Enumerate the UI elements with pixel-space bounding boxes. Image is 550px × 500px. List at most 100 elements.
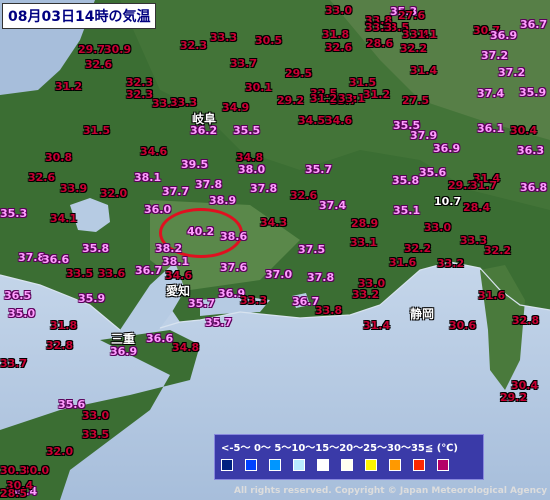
temperature-reading: 32.3 xyxy=(126,88,154,101)
temperature-reading: 31.4 xyxy=(410,64,438,77)
temperature-reading: 31.6 xyxy=(478,289,506,302)
temperature-reading: 32.2 xyxy=(484,244,512,257)
temperature-reading: 36.6 xyxy=(146,332,174,345)
temperature-reading: 33.3 xyxy=(210,31,238,44)
temperature-reading: 33.8 xyxy=(315,304,343,317)
legend-swatch xyxy=(221,459,233,471)
temperature-reading: 38.9 xyxy=(209,194,237,207)
temperature-reading: 30.4 xyxy=(510,124,538,137)
temperature-reading: 33.0 xyxy=(358,277,386,290)
temperature-reading: 37.8 xyxy=(195,178,223,191)
temperature-reading: 31.7 xyxy=(470,179,498,192)
temperature-reading: 33.2 xyxy=(352,288,380,301)
temperature-reading: 34.9 xyxy=(222,101,250,114)
temperature-reading: 32.8 xyxy=(512,314,540,327)
temperature-reading: 31.8 xyxy=(50,319,78,332)
temperature-reading: 32.3 xyxy=(180,39,208,52)
temperature-reading: 35.6 xyxy=(419,166,447,179)
temperature-reading: 36.1 xyxy=(477,122,505,135)
legend-swatch xyxy=(317,459,329,471)
temperature-reading: 33.9 xyxy=(60,182,88,195)
legend: <-5～ 0～ 5～10～15～20～25～30～35≦ (℃) xyxy=(214,434,484,480)
temperature-reading: 28.4 xyxy=(463,201,491,214)
legend-swatch xyxy=(389,459,401,471)
temperature-reading: 35.7 xyxy=(188,297,216,310)
temperature-reading: 33.2 xyxy=(437,257,465,270)
temperature-reading: 32.6 xyxy=(290,189,318,202)
copyright-notice: All rights reserved. Copyright © Japan M… xyxy=(234,486,548,496)
temperature-reading: 29.5 xyxy=(285,67,313,80)
temperature-reading: 32.6 xyxy=(325,41,353,54)
temperature-reading: 38.6 xyxy=(220,230,248,243)
temperature-reading: 37.2 xyxy=(498,66,526,79)
temperature-reading: 37.7 xyxy=(162,185,190,198)
temperature-reading: 36.8 xyxy=(520,181,548,194)
temperature-reading: 37.4 xyxy=(319,199,347,212)
temperature-reading: 35.7 xyxy=(305,163,333,176)
temperature-reading: 37.8 xyxy=(250,182,278,195)
temperature-reading: 30.1 xyxy=(245,81,273,94)
temperature-reading: 33.3 xyxy=(170,96,198,109)
temperature-reading: 32.8 xyxy=(46,339,74,352)
temperature-reading: 36.9 xyxy=(110,345,138,358)
temperature-reading: 38.0 xyxy=(238,163,266,176)
legend-scale-text: <-5～ 0～ 5～10～15～20～25～30～35≦ (℃) xyxy=(221,443,458,454)
temperature-reading: 30.3 xyxy=(0,464,28,477)
temperature-reading: 35.0 xyxy=(8,307,36,320)
temperature-reading: 34.6 xyxy=(325,114,353,127)
legend-swatch xyxy=(365,459,377,471)
temperature-reading: 32.6 xyxy=(85,58,113,71)
temperature-reading: 32.0 xyxy=(46,445,74,458)
temperature-reading: 40.2 xyxy=(187,225,215,238)
temperature-reading: 33.5 xyxy=(66,267,94,280)
temperature-reading: 38.1 xyxy=(134,171,162,184)
temperature-reading: 37.9 xyxy=(410,129,438,142)
map-title: 08月03日14時の気温 xyxy=(2,3,157,29)
temperature-reading: 30.5 xyxy=(255,34,283,47)
legend-swatches xyxy=(221,459,461,471)
temperature-reading: 27.6 xyxy=(398,9,426,22)
temperature-reading: 31.2 xyxy=(310,92,338,105)
temperature-reading: 31.8 xyxy=(322,28,350,41)
temperature-reading: 36.7 xyxy=(520,18,548,31)
temperature-reading: 28.5 xyxy=(0,487,28,500)
legend-swatch xyxy=(269,459,281,471)
temperature-reading: 29.2 xyxy=(277,94,305,107)
temperature-reading: 28.6 xyxy=(366,37,394,50)
temperature-reading: 33.0 xyxy=(82,409,110,422)
temperature-reading: 36.9 xyxy=(433,142,461,155)
temperature-reading: 38.2 xyxy=(155,242,183,255)
temperature-reading: 31.4 xyxy=(363,319,391,332)
temperature-reading: 30.9 xyxy=(104,43,132,56)
temperature-reading: 33.0 xyxy=(325,4,353,17)
temperature-reading: 35.1 xyxy=(393,204,421,217)
temperature-reading: 29.2 xyxy=(500,391,528,404)
temperature-reading: 10.7 xyxy=(434,195,462,208)
temperature-reading: 33.5 xyxy=(82,428,110,441)
legend-swatch xyxy=(293,459,305,471)
temperature-reading: 34.6 xyxy=(140,145,168,158)
temperature-reading: 34.8 xyxy=(236,151,264,164)
temperature-reading: 36.9 xyxy=(490,29,518,42)
city-label-mie: 三重 xyxy=(111,332,136,346)
temperature-reading: 33.1 xyxy=(338,92,366,105)
temperature-reading: 35.7 xyxy=(205,316,233,329)
temperature-reading: 31.6 xyxy=(389,256,417,269)
temperature-reading: 37.0 xyxy=(265,268,293,281)
city-label-gifu: 岐阜 xyxy=(192,112,217,126)
weather-map: 29.7 30.9 32.6 31.2 32.3 32.3 33.2 33.3 32.3 33.3… xyxy=(0,0,550,500)
temperature-reading: 32.0 xyxy=(100,187,128,200)
temperature-reading: 31.2 xyxy=(55,80,83,93)
temperature-reading: 30.6 xyxy=(449,319,477,332)
temperature-reading: 27.5 xyxy=(402,94,430,107)
temperature-reading: 36.7 xyxy=(135,264,163,277)
temperature-reading: 36.3 xyxy=(517,144,545,157)
temperature-reading: 33.7 xyxy=(230,57,258,70)
temperature-reading: 35.8 xyxy=(82,242,110,255)
temperature-reading: 29.7 xyxy=(78,43,106,56)
temperature-reading: 37.6 xyxy=(220,261,248,274)
temperature-reading: 34.6 xyxy=(165,269,193,282)
temperature-reading: 34.8 xyxy=(172,341,200,354)
temperature-reading: 33.3 xyxy=(365,21,393,34)
temperature-reading: 31.1 xyxy=(410,28,438,41)
